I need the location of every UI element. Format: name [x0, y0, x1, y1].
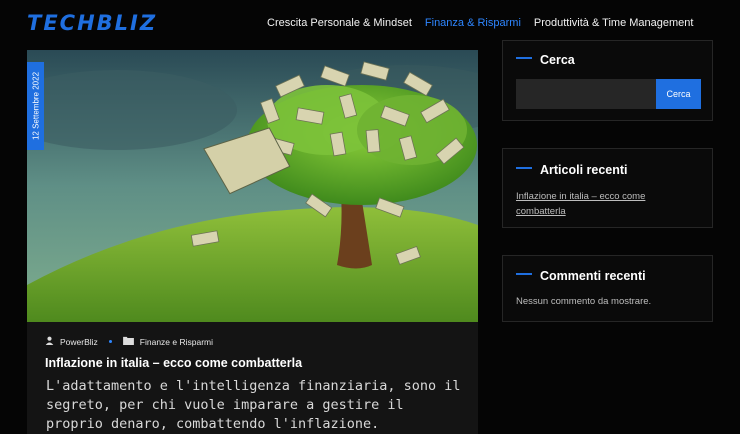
widget-title: Articoli recenti — [516, 163, 628, 177]
article-meta: PowerBliz Finanze e Risparmi — [45, 336, 213, 347]
nav-item-produttivita[interactable]: Produttività & Time Management — [534, 17, 694, 29]
article-category[interactable]: Finanze e Risparmi — [140, 337, 213, 347]
main-nav: Crescita Personale & Mindset Finanza & R… — [267, 17, 693, 29]
search-widget-title: Cerca — [540, 53, 575, 67]
no-comments-text: Nessun commento da mostrare. — [516, 296, 652, 307]
article-title[interactable]: Inflazione in italia – ecco come combatt… — [45, 356, 302, 370]
article-featured-image[interactable]: 12 Settembre 2022 — [27, 50, 478, 322]
search-button[interactable]: Cerca — [656, 79, 701, 109]
article-card: 12 Settembre 2022 PowerBliz Finanze e Ri… — [27, 50, 478, 434]
recent-posts-widget: Articoli recenti Inflazione in italia – … — [502, 148, 713, 228]
article-date-badge: 12 Settembre 2022 — [27, 62, 44, 150]
search-input[interactable] — [516, 79, 656, 109]
widget-title: Cerca — [516, 53, 575, 67]
article-excerpt: L'adattamento e l'intelligenza finanziar… — [46, 378, 461, 432]
title-accent-bar — [516, 273, 532, 275]
article-date: 12 Settembre 2022 — [31, 71, 40, 141]
recent-posts-title: Articoli recenti — [540, 163, 628, 177]
site-logo[interactable]: TECHBLIZ — [27, 11, 157, 35]
recent-comments-widget: Commenti recenti Nessun commento da most… — [502, 255, 713, 322]
title-accent-bar — [516, 57, 532, 59]
user-icon — [45, 336, 54, 347]
widget-title: Commenti recenti — [516, 269, 646, 283]
nav-item-crescita[interactable]: Crescita Personale & Mindset — [267, 17, 412, 29]
nav-item-finanza[interactable]: Finanza & Risparmi — [425, 17, 521, 29]
meta-separator — [108, 340, 112, 343]
title-accent-bar — [516, 167, 532, 169]
recent-comments-title: Commenti recenti — [540, 269, 646, 283]
search-widget: Cerca Cerca — [502, 40, 713, 121]
recent-post-link[interactable]: Inflazione in italia – ecco come combatt… — [516, 189, 696, 219]
article-author[interactable]: PowerBliz — [60, 337, 98, 347]
folder-icon — [122, 336, 134, 347]
money-tree-illustration — [27, 50, 478, 322]
